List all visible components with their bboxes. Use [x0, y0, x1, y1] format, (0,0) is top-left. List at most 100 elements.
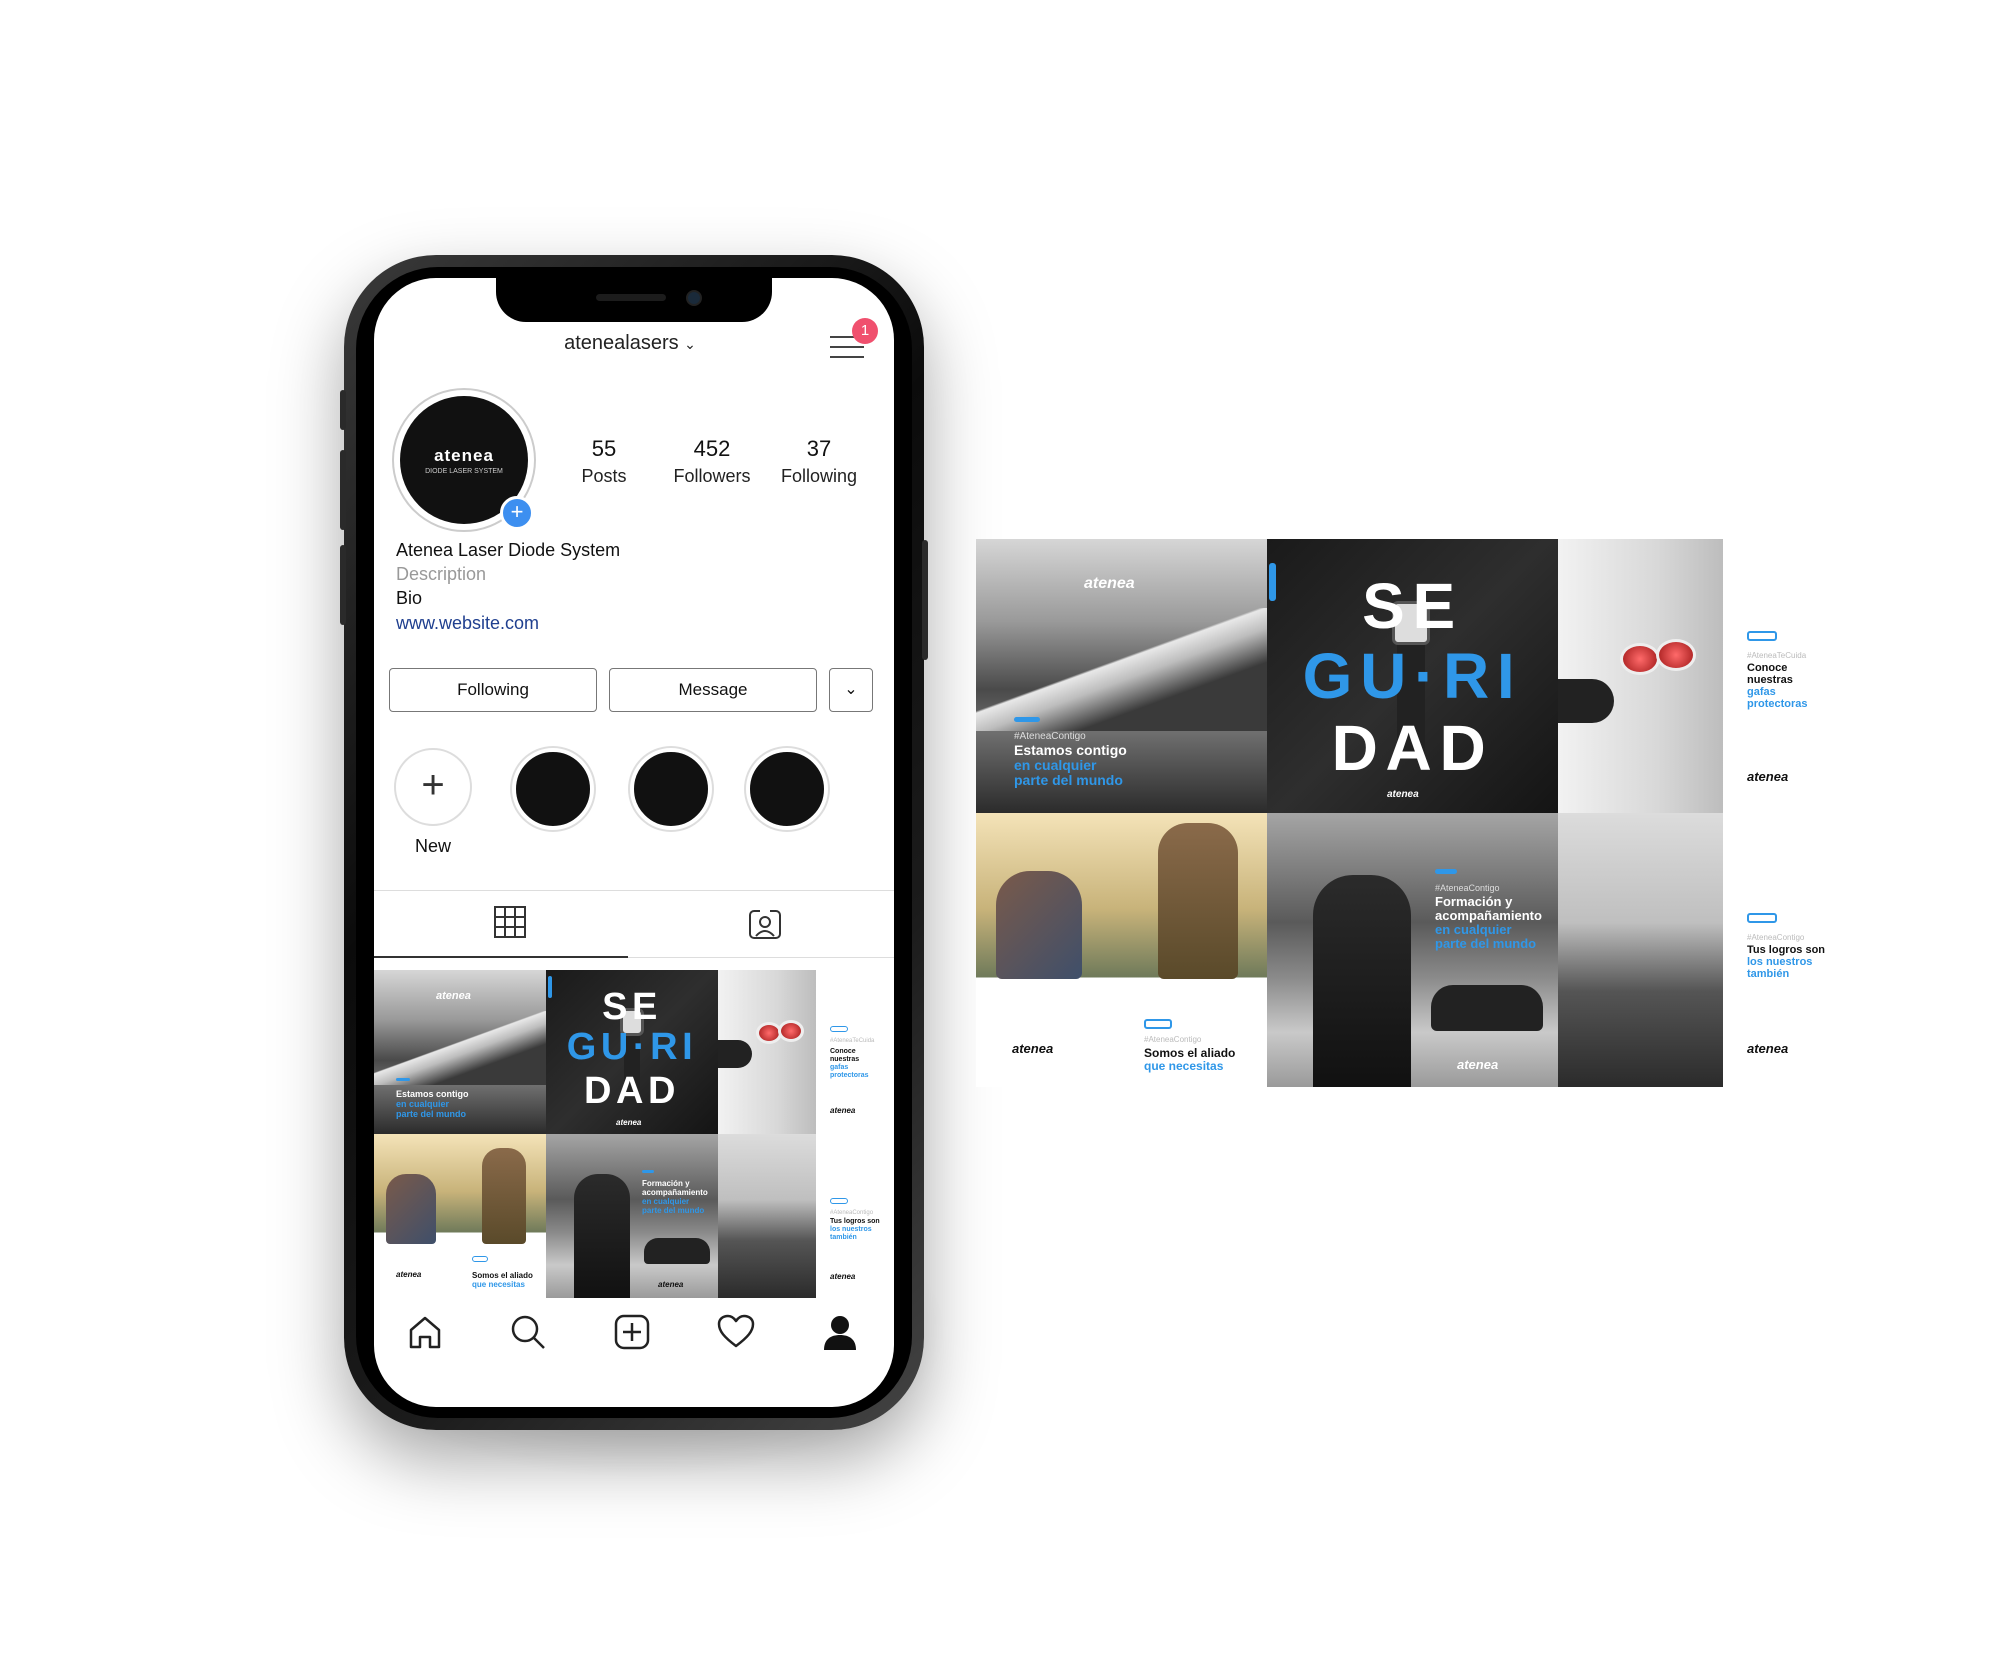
- silent-switch: [340, 390, 346, 430]
- grid-icon[interactable]: [494, 906, 526, 938]
- username-text: atenealasers: [564, 332, 679, 354]
- large-post3-line3: gafas: [1747, 686, 1776, 698]
- volume-up-button: [340, 450, 346, 530]
- post3-line4: protectoras: [830, 1072, 869, 1079]
- notch-camera: [686, 290, 702, 306]
- large-post3-hash: #AteneaTeCuida: [1747, 651, 1807, 660]
- large-post3-line4: protectoras: [1747, 698, 1808, 710]
- highlight-2[interactable]: [630, 748, 712, 830]
- large-post5-line4: parte del mundo: [1435, 936, 1537, 951]
- avatar-subtitle: DIODE LASER SYSTEM: [425, 468, 503, 475]
- post-tile-4[interactable]: atenea Somos el aliado que necesitas: [374, 1134, 546, 1298]
- large-post4-hash: #AteneaContigo: [1144, 1035, 1202, 1044]
- add-post-icon[interactable]: [612, 1312, 652, 1352]
- post-tile-2[interactable]: SE GU·RI DAD atenea: [546, 970, 718, 1134]
- post3-line3: gafas: [830, 1064, 849, 1071]
- notch-speaker: [596, 294, 666, 301]
- post3-line2: nuestras: [830, 1056, 860, 1063]
- profile-bio: Bio: [396, 588, 423, 608]
- large-post1-hash: #AteneaContigo: [1014, 731, 1086, 742]
- large-post5-line2: acompañamiento: [1435, 908, 1542, 923]
- large-post5-line3: en cualquier: [1435, 922, 1512, 937]
- large-post6-line1: Tus logros son: [1747, 944, 1826, 956]
- large-post6-line2: los nuestros: [1747, 956, 1813, 968]
- profile-website-link[interactable]: www.website.com: [396, 613, 539, 634]
- following-button[interactable]: Following: [389, 668, 597, 712]
- profile-icon[interactable]: [820, 1312, 860, 1352]
- large-post6-hash: #AteneaContigo: [1747, 933, 1805, 942]
- post-brand: atenea: [1012, 1041, 1054, 1056]
- large-post-4: atenea #AteneaContigo Somos el aliado qu…: [976, 813, 1267, 1087]
- post-brand: atenea: [1747, 769, 1789, 784]
- large-post-1: atenea #AteneaContigo Estamos contigo en…: [976, 539, 1267, 813]
- stat-posts-value: 55: [591, 436, 617, 461]
- stat-posts-label: Posts: [581, 466, 627, 486]
- profile-username[interactable]: atenealasers ⌄: [545, 332, 715, 355]
- search-icon[interactable]: [508, 1312, 548, 1352]
- post6-line3: también: [830, 1234, 857, 1241]
- post-brand: atenea: [658, 1280, 684, 1289]
- post6-line2: los nuestros: [830, 1226, 872, 1233]
- post-tile-3a[interactable]: [718, 970, 816, 1134]
- highlight-3[interactable]: [746, 748, 828, 830]
- post-brand: atenea: [1387, 789, 1419, 800]
- large-post3-line2: nuestras: [1747, 674, 1793, 686]
- large-post-3a: [1558, 539, 1723, 813]
- large-post-6b: #AteneaContigo Tus logros son los nuestr…: [1723, 813, 1853, 1087]
- post6-hash: #AteneaContigo: [830, 1210, 874, 1216]
- large-post4-line2: que necesitas: [1144, 1059, 1224, 1073]
- stat-followers-label: Followers: [673, 466, 751, 486]
- stat-followers[interactable]: 452 Followers: [657, 436, 767, 487]
- stat-following-label: Following: [780, 466, 858, 486]
- suggested-accounts-button[interactable]: ⌄: [829, 668, 873, 712]
- large-post5-hash: #AteneaContigo: [1435, 883, 1500, 893]
- post-tile-1[interactable]: atenea Estamos contigo en cualquier part…: [374, 970, 546, 1134]
- post-tile-5[interactable]: Formación y acompañamiento en cualquier …: [546, 1134, 718, 1298]
- large-post1-line2: en cualquier: [1014, 757, 1097, 773]
- stat-following-value: 37: [806, 436, 832, 461]
- post3-line1: Conoce: [830, 1048, 856, 1055]
- avatar-logo: atenea: [434, 446, 494, 465]
- post3-hash: #AteneaTeCuida: [830, 1038, 875, 1044]
- post4-line2: que necesitas: [472, 1280, 525, 1289]
- post-tile-3b[interactable]: #AteneaTeCuida Conoce nuestras gafas pro…: [816, 970, 894, 1134]
- heart-icon[interactable]: [716, 1312, 756, 1352]
- large-post-2: SE GU·RI DAD atenea: [1267, 539, 1558, 813]
- large-post4-line1: Somos el aliado: [1144, 1046, 1236, 1060]
- large-post-6a: [1558, 813, 1723, 1087]
- large-post-5: #AteneaContigo Formación y acompañamient…: [1267, 813, 1558, 1087]
- large-post1-line3: parte del mundo: [1014, 772, 1123, 788]
- post-tile-6a[interactable]: [718, 1134, 816, 1298]
- large-post6-line3: también: [1747, 968, 1790, 980]
- post-brand: atenea: [1084, 575, 1135, 592]
- post6-line1: Tus logros son: [830, 1218, 880, 1225]
- large-seguridad-line1: SE: [1362, 570, 1463, 642]
- stat-following[interactable]: 37 Following: [764, 436, 874, 487]
- tab-active-indicator: [374, 956, 628, 958]
- post-tile-6b[interactable]: #AteneaContigo Tus logros son los nuestr…: [816, 1134, 894, 1298]
- add-story-icon[interactable]: +: [500, 496, 534, 530]
- new-highlight-label: New: [414, 836, 451, 856]
- seguridad-line3: DAD: [583, 1070, 680, 1112]
- post-brand: atenea: [830, 1106, 856, 1115]
- stat-posts[interactable]: 55 Posts: [549, 436, 659, 487]
- large-seguridad-line3: DAD: [1331, 712, 1494, 784]
- volume-down-button: [340, 545, 346, 625]
- post-brand: atenea: [616, 1118, 642, 1127]
- seguridad-line1: SE: [602, 986, 662, 1028]
- message-button[interactable]: Message: [609, 668, 817, 712]
- notification-badge: 1: [852, 318, 878, 344]
- post-brand: atenea: [396, 1270, 422, 1279]
- post5-line4: parte del mundo: [642, 1206, 705, 1215]
- stat-followers-value: 452: [693, 436, 731, 461]
- home-icon[interactable]: [405, 1312, 445, 1352]
- power-button: [922, 540, 928, 660]
- highlight-1[interactable]: [512, 748, 594, 830]
- tab-divider: [374, 890, 894, 891]
- post-brand: atenea: [830, 1272, 856, 1281]
- new-highlight-button[interactable]: +: [394, 748, 472, 826]
- seguridad-line2: GU·RI: [566, 1026, 698, 1068]
- large-post1-line1: Estamos contigo: [1014, 742, 1127, 758]
- large-seguridad-line2: GU·RI: [1302, 640, 1523, 712]
- tagged-icon[interactable]: [748, 906, 782, 940]
